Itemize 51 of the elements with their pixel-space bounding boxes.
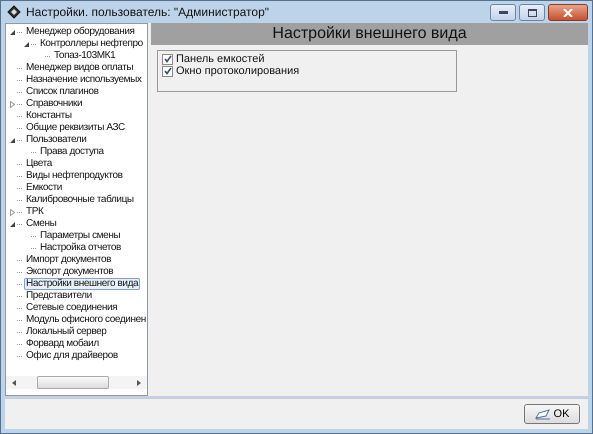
section-header: Настройки внешнего вида <box>151 23 588 45</box>
checkbox[interactable] <box>162 66 173 76</box>
tree-item[interactable]: Менеджер оборудования <box>24 26 137 38</box>
tree-item[interactable]: Назначение используемых <box>24 74 144 86</box>
tree-item[interactable]: Настройка отчетов <box>38 242 123 254</box>
tree-item[interactable]: Константы <box>24 110 74 122</box>
window-title: Настройки. пользователь: "Администратор" <box>26 5 270 19</box>
checkbox[interactable] <box>162 54 173 64</box>
tree-item[interactable]: Сетевые соединения <box>24 302 120 314</box>
tree-item[interactable]: ТРК <box>24 206 46 218</box>
tree-item[interactable]: Контроллеры нефтепро <box>38 38 145 50</box>
tree-item[interactable]: Параметры смены <box>38 230 122 242</box>
close-button[interactable] <box>548 4 588 21</box>
expanded-arrow-icon[interactable] <box>23 40 30 48</box>
scroll-left-icon <box>10 378 18 386</box>
maximize-button[interactable] <box>519 4 545 21</box>
checkbox-label: Панель емкостей <box>176 53 264 65</box>
minimize-button[interactable] <box>490 4 516 21</box>
scroll-right-icon <box>135 378 143 386</box>
tree-item[interactable]: Калибровочные таблицы <box>24 194 136 206</box>
ok-button[interactable]: OK <box>524 404 580 424</box>
tree-item[interactable]: Пользователи <box>24 134 88 146</box>
close-icon <box>563 8 573 16</box>
tree-item[interactable]: Цвета <box>24 158 54 170</box>
tree-item[interactable]: Топаз-103МК1 <box>52 50 118 62</box>
tree-item[interactable]: Список плагинов <box>24 86 100 98</box>
expanded-arrow-icon[interactable] <box>9 220 16 228</box>
diamond-icon <box>7 5 21 19</box>
tree-item[interactable]: Представители <box>24 290 94 302</box>
tree-item[interactable]: Форвард мобаил <box>24 338 101 350</box>
tree-item[interactable]: Менеджер видов оплаты <box>24 62 136 74</box>
tree-item[interactable]: Офис для драйверов <box>24 350 120 362</box>
tree-item[interactable]: Общие реквизиты АЗС <box>24 122 127 134</box>
tree-item[interactable]: Смены <box>24 218 58 230</box>
tree-item[interactable]: Права доступа <box>38 146 106 158</box>
maximize-icon <box>528 8 536 16</box>
horizontal-scrollbar[interactable] <box>6 376 147 389</box>
checkbox-label: Окно протоколирования <box>176 65 300 77</box>
tree-item[interactable]: Виды нефтепродуктов <box>24 170 125 182</box>
tree-item[interactable]: Модуль офисного соединен <box>24 314 147 326</box>
tree-item[interactable]: Емкости <box>24 182 64 194</box>
tree-item[interactable]: Локальный сервер <box>24 326 108 338</box>
tree-item[interactable]: Импорт документов <box>24 254 114 266</box>
tree-item[interactable]: Экспорт документов <box>24 266 116 278</box>
minimize-icon <box>498 11 508 14</box>
expanded-arrow-icon[interactable] <box>9 136 16 144</box>
collapsed-arrow-icon[interactable] <box>9 208 16 216</box>
expanded-arrow-icon[interactable] <box>9 28 16 36</box>
tree-item[interactable]: Настройки внешнего вида <box>24 278 140 290</box>
tree-item[interactable]: Справочники <box>24 98 84 110</box>
collapsed-arrow-icon[interactable] <box>9 100 16 108</box>
